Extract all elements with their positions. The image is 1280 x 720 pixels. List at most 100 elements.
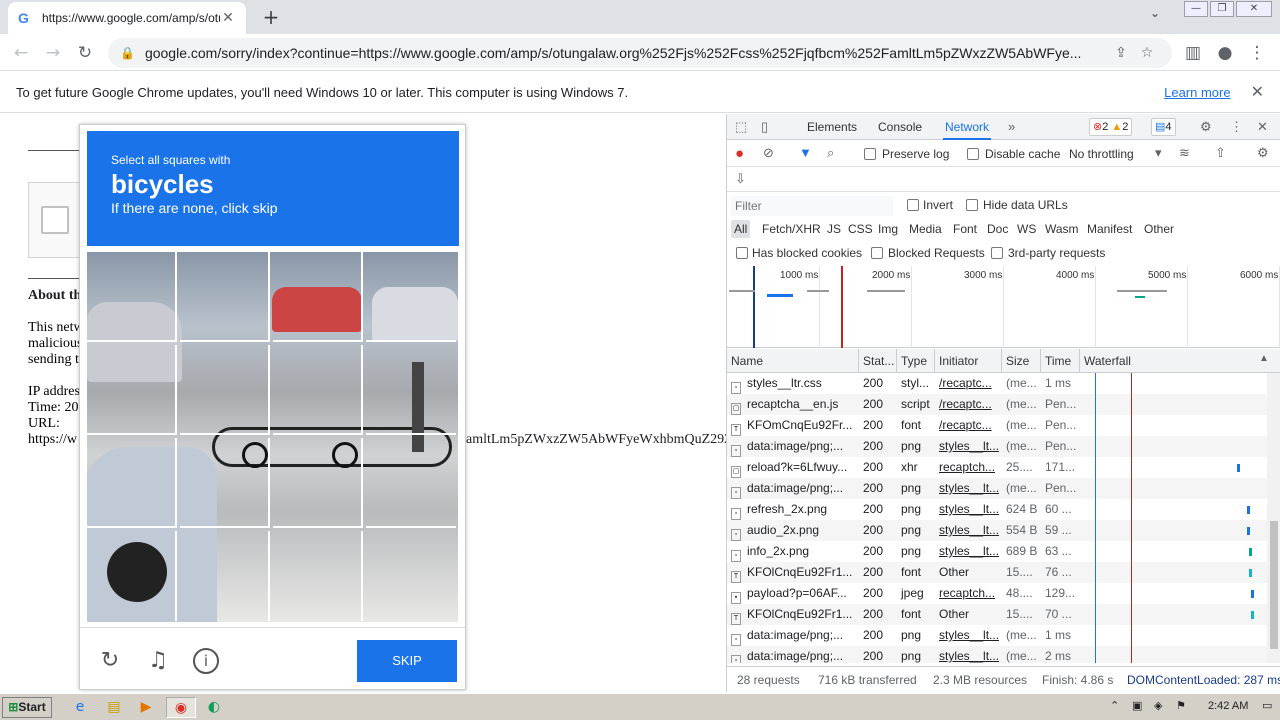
table-scrollbar[interactable] <box>1267 373 1280 663</box>
devtools-menu-icon[interactable]: ⋮ <box>1230 119 1243 135</box>
grid-tile[interactable] <box>366 252 456 342</box>
grid-tile[interactable] <box>273 345 363 435</box>
share-icon[interactable]: ⇪ <box>1108 45 1134 61</box>
browser-tab[interactable]: G https://www.google.com/amp/s/otu ✕ <box>8 2 246 34</box>
network-settings-icon[interactable]: ⚙ <box>1257 145 1269 161</box>
grid-tile[interactable] <box>87 252 177 342</box>
bookmark-star-icon[interactable]: ☆ <box>1134 45 1160 61</box>
has-blocked-cookies-checkbox[interactable] <box>736 247 748 259</box>
throttle-dropdown-icon[interactable]: ▾ <box>1155 145 1162 161</box>
import-har-icon[interactable]: ⇧ <box>1215 145 1226 161</box>
show-desktop-icon[interactable]: ▭ <box>1262 699 1272 712</box>
third-party-checkbox[interactable] <box>991 247 1003 259</box>
column-time[interactable]: Time <box>1041 349 1080 373</box>
media-player-icon[interactable]: ▶ <box>134 697 158 718</box>
grid-tile[interactable] <box>366 438 456 528</box>
filter-manifest[interactable]: Manifest <box>1084 220 1135 238</box>
close-tab-icon[interactable]: ✕ <box>220 10 236 26</box>
back-button[interactable]: ← <box>8 40 34 66</box>
invert-checkbox[interactable] <box>907 199 919 211</box>
throttling-select[interactable]: No throttling <box>1069 147 1134 161</box>
request-initiator[interactable]: styles__lt... <box>935 520 1002 541</box>
request-initiator[interactable]: /recaptc... <box>935 373 1002 394</box>
blocked-requests-checkbox[interactable] <box>871 247 883 259</box>
info-icon[interactable]: i <box>193 648 219 674</box>
close-window-button[interactable]: ✕ <box>1236 1 1272 17</box>
start-button[interactable]: ⊞Start <box>2 697 52 718</box>
column-waterfall[interactable]: Waterfall <box>1080 349 1280 373</box>
messages-badge[interactable]: ▤4 <box>1151 118 1176 136</box>
grid-tile[interactable] <box>87 531 177 621</box>
request-initiator[interactable]: styles__lt... <box>935 646 1002 663</box>
filter-css[interactable]: CSS <box>845 220 876 238</box>
infobar-close-icon[interactable]: ✕ <box>1251 82 1264 102</box>
more-tabs-icon[interactable]: » <box>1008 119 1015 134</box>
device-toolbar-icon[interactable]: ▯ <box>761 119 768 135</box>
grid-tile[interactable] <box>180 531 270 621</box>
request-row[interactable]: T KFOlCnqEu92Fr1... 200 font Other 15.... 76 .… <box>727 562 1267 583</box>
request-row[interactable]: ▫ refresh_2x.png 200 png styles__lt... 624 B 6… <box>727 499 1267 520</box>
filter-media[interactable]: Media <box>906 220 945 238</box>
grid-tile[interactable] <box>273 531 363 621</box>
column-type[interactable]: Type <box>897 349 935 373</box>
tab-console[interactable]: Console <box>878 114 922 140</box>
url-text[interactable]: google.com/sorry/index?continue=https://… <box>145 45 1108 61</box>
grid-tile[interactable] <box>273 438 363 528</box>
search-icon[interactable]: ⌕ <box>827 145 834 161</box>
network-tray-icon[interactable]: ▣ <box>1132 699 1142 712</box>
filter-js[interactable]: JS <box>824 220 844 238</box>
tray-expand-icon[interactable]: ⌃ <box>1110 699 1119 712</box>
filter-icon[interactable]: ▼ <box>799 145 812 160</box>
request-row[interactable]: T KFOmCnqEu92Fr... 200 font/recaptc... (me..… <box>727 415 1267 436</box>
network-conditions-icon[interactable]: ≋ <box>1179 145 1190 161</box>
request-row[interactable]: ▫ info_2x.png 200 png styles__lt... 689 B 63 .… <box>727 541 1267 562</box>
grid-tile[interactable] <box>366 345 456 435</box>
new-tab-button[interactable]: + <box>258 4 284 30</box>
column-size[interactable]: Size <box>1002 349 1041 373</box>
chrome-icon[interactable]: ◉ <box>166 697 196 718</box>
column-status[interactable]: Stat... <box>859 349 897 373</box>
request-row[interactable]: ▢ reload?k=6Lfwuy... 200 xhr recaptch... 25..… <box>727 457 1267 478</box>
filter-img[interactable]: Img <box>875 220 901 238</box>
sort-ascending-icon[interactable]: ▲ <box>1259 353 1269 364</box>
skip-button[interactable]: SKIP <box>357 640 457 682</box>
request-row[interactable]: ▫ data:image/png;... 200 png styles__lt... (m… <box>727 478 1267 499</box>
network-overview[interactable]: 1000 ms 2000 ms 3000 ms 4000 ms 5000 ms … <box>727 266 1280 348</box>
hide-data-urls-checkbox[interactable] <box>966 199 978 211</box>
error-warning-badge[interactable]: ⊗2 ▲2 <box>1089 118 1133 136</box>
filter-other[interactable]: Other <box>1141 220 1177 238</box>
grid-tile[interactable] <box>273 252 363 342</box>
request-initiator[interactable]: styles__lt... <box>935 541 1002 562</box>
grid-tile[interactable] <box>366 531 456 621</box>
preserve-log-checkbox[interactable] <box>864 148 876 160</box>
lock-icon[interactable]: 🔒 <box>120 46 135 60</box>
disable-cache-checkbox[interactable] <box>967 148 979 160</box>
request-initiator[interactable]: styles__lt... <box>935 499 1002 520</box>
tab-network[interactable]: Network <box>943 114 992 140</box>
edge-icon[interactable]: ◐ <box>202 697 226 718</box>
flag-tray-icon[interactable]: ⚑ <box>1176 699 1186 712</box>
filter-doc[interactable]: Doc <box>984 220 1011 238</box>
request-row[interactable]: ▫ styles__ltr.css 200 styl... /recaptc... (me… <box>727 373 1267 394</box>
tab-search-icon[interactable]: ⌄ <box>1150 6 1160 20</box>
request-initiator[interactable]: recaptch... <box>935 583 1002 604</box>
explorer-icon[interactable]: ▤ <box>102 697 126 718</box>
request-initiator[interactable]: Other <box>935 604 1002 625</box>
grid-tile[interactable] <box>87 438 177 528</box>
request-row[interactable]: ▫ audio_2x.png 200 png styles__lt... 554 B 59 … <box>727 520 1267 541</box>
filter-all[interactable]: All <box>731 220 751 238</box>
request-row[interactable]: ▫ data:image/png;... 200 png styles__lt... (m… <box>727 646 1267 663</box>
grid-tile[interactable] <box>180 438 270 528</box>
request-initiator[interactable]: recaptch... <box>935 457 1002 478</box>
column-initiator[interactable]: Initiator <box>935 349 1002 373</box>
learn-more-link[interactable]: Learn more <box>1164 85 1230 100</box>
close-devtools-icon[interactable]: ✕ <box>1257 119 1268 135</box>
request-initiator[interactable]: /recaptc... <box>935 394 1002 415</box>
minimize-button[interactable]: — <box>1184 1 1208 17</box>
request-row[interactable]: T KFOlCnqEu92Fr1... 200 font Other 15.... 70 .… <box>727 604 1267 625</box>
audio-challenge-icon[interactable]: ♫ <box>145 648 171 674</box>
reload-challenge-icon[interactable]: ↻ <box>97 648 123 674</box>
grid-tile[interactable] <box>180 252 270 342</box>
record-icon[interactable]: ● <box>735 145 744 162</box>
forward-button[interactable]: → <box>40 40 66 66</box>
